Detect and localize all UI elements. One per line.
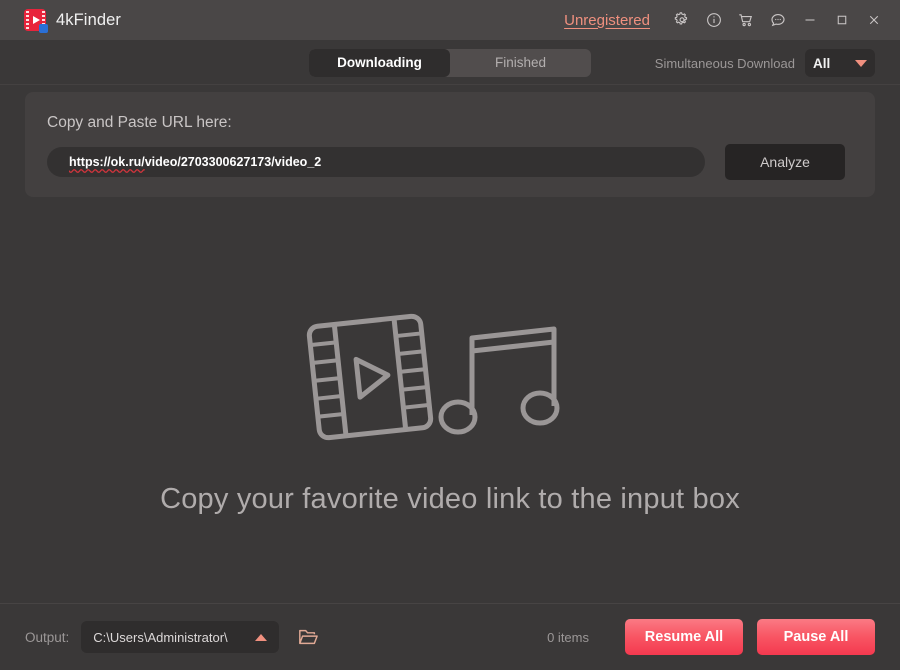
close-icon[interactable] [858,5,890,35]
tab-finished[interactable]: Finished [450,49,591,77]
url-input-row: https://ok.ru/video/2703300627173/video_… [47,144,845,180]
simultaneous-download-label: Simultaneous Download [654,55,795,71]
url-misspelled-segment: https://ok.ru/ [69,155,145,169]
app-window: 4kFinder Unregistered Downloading Finish… [0,0,900,670]
footer-bar: Output: C:\Users\Administrator\ 0 items … [0,603,900,670]
output-label: Output: [25,629,70,645]
chat-bubble-icon[interactable] [762,5,794,35]
empty-state: Copy your favorite video link to the inp… [0,220,900,600]
title-bar-actions: Unregistered [564,5,900,35]
url-input[interactable]: https://ok.ru/video/2703300627173/video_… [47,147,705,177]
title-bar: 4kFinder Unregistered [0,0,900,40]
simultaneous-download-control: Simultaneous Download All [655,49,875,77]
url-rest-segment: video/2703300627173/video_2 [144,155,322,169]
tab-bar: Downloading Finished [309,49,591,77]
music-note-icon [438,326,560,434]
simultaneous-download-value: All [813,55,831,71]
empty-state-message: Copy your favorite video link to the inp… [160,482,740,515]
chevron-up-icon [255,633,268,641]
shopping-cart-icon[interactable] [730,5,762,35]
resume-all-button[interactable]: Resume All [625,619,743,655]
logo-badge [39,24,48,33]
analyze-button[interactable]: Analyze [724,144,845,180]
logo-strip-left [25,11,29,29]
app-brand: 4kFinder [0,9,121,33]
chevron-down-icon [855,59,867,67]
app-title: 4kFinder [56,10,121,29]
maximize-icon[interactable] [826,5,858,35]
open-folder-icon[interactable] [295,624,321,650]
info-circle-icon[interactable] [698,5,730,35]
url-input-value: https://ok.ru/video/2703300627173/video_… [69,155,321,169]
tab-downloading[interactable]: Downloading [309,49,450,77]
simultaneous-download-select[interactable]: All [805,49,875,77]
items-count: 0 items [547,629,589,645]
film-strip-play-icon [306,313,434,440]
output-path-value: C:\Users\Administrator\ [93,629,228,645]
gear-icon[interactable] [666,5,698,35]
unregistered-link[interactable]: Unregistered [564,12,650,29]
logo-play-triangle [32,16,40,24]
output-path-select[interactable]: C:\Users\Administrator\ [81,621,280,653]
pause-all-button[interactable]: Pause All [757,619,875,655]
app-logo-film-play-icon [24,9,48,33]
empty-state-artwork [306,313,560,440]
url-card-label: Copy and Paste URL here: [47,114,232,131]
minimize-icon[interactable] [794,5,826,35]
url-input-card: Copy and Paste URL here: https://ok.ru/v… [25,92,875,197]
